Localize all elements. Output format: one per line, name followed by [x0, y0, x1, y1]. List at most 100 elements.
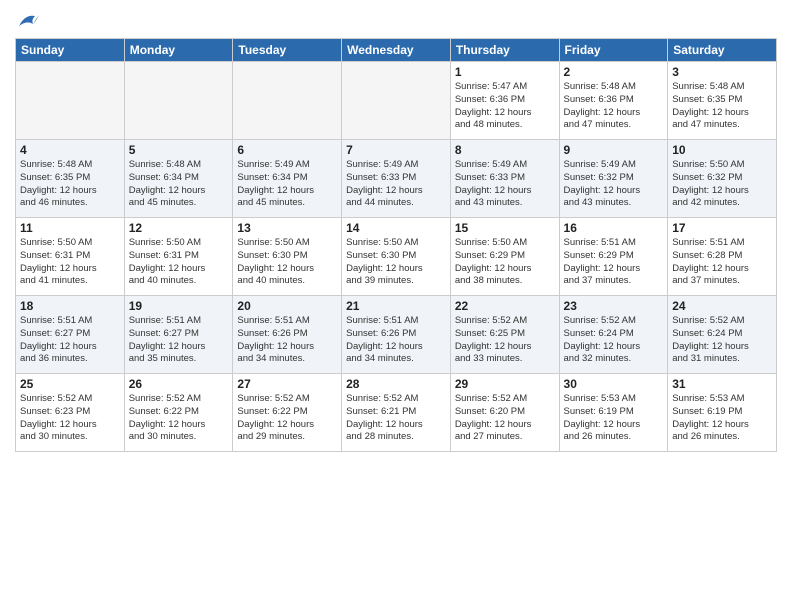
empty-cell	[16, 62, 125, 140]
weekday-header-friday: Friday	[559, 39, 668, 62]
day-info: Sunrise: 5:49 AM Sunset: 6:33 PM Dayligh…	[346, 159, 446, 210]
day-number: 17	[672, 221, 772, 235]
day-number: 7	[346, 143, 446, 157]
calendar-cell: 16Sunrise: 5:51 AM Sunset: 6:29 PM Dayli…	[559, 218, 668, 296]
week-row-5: 25 Sunrise: 5:52 AM Sunset: 6:23 PM Dayli…	[16, 374, 777, 452]
day-info: Sunrise: 5:50 AM Sunset: 6:31 PM Dayligh…	[129, 237, 229, 288]
day-number: 13	[237, 221, 337, 235]
day-info: Sunrise: 5:52 AM Sunset: 6:23 PM Dayligh…	[20, 393, 120, 444]
day-info: Sunrise: 5:50 AM Sunset: 6:30 PM Dayligh…	[237, 237, 337, 288]
day-info: Sunrise: 5:48 AM Sunset: 6:34 PM Dayligh…	[129, 159, 229, 210]
week-row-2: 4 Sunrise: 5:48 AM Sunset: 6:35 PM Daylig…	[16, 140, 777, 218]
week-row-3: 11 Sunrise: 5:50 AM Sunset: 6:31 PM Dayli…	[16, 218, 777, 296]
day-info: Sunrise: 5:51 AM Sunset: 6:27 PM Dayligh…	[20, 315, 120, 366]
day-number: 5	[129, 143, 229, 157]
weekday-header-row: SundayMondayTuesdayWednesdayThursdayFrid…	[16, 39, 777, 62]
day-info: Sunrise: 5:48 AM Sunset: 6:35 PM Dayligh…	[20, 159, 120, 210]
page: SundayMondayTuesdayWednesdayThursdayFrid…	[0, 0, 792, 612]
calendar-cell: 29 Sunrise: 5:52 AM Sunset: 6:20 PM Dayli…	[450, 374, 559, 452]
day-number: 22	[455, 299, 555, 313]
day-number: 29	[455, 377, 555, 391]
day-number: 12	[129, 221, 229, 235]
calendar-cell: 3 Sunrise: 5:48 AM Sunset: 6:35 PM Daylig…	[668, 62, 777, 140]
empty-cell	[342, 62, 451, 140]
week-row-4: 18Sunrise: 5:51 AM Sunset: 6:27 PM Dayli…	[16, 296, 777, 374]
day-number: 11	[20, 221, 120, 235]
day-info: Sunrise: 5:52 AM Sunset: 6:20 PM Dayligh…	[455, 393, 555, 444]
day-number: 30	[564, 377, 664, 391]
day-number: 8	[455, 143, 555, 157]
day-info: Sunrise: 5:50 AM Sunset: 6:32 PM Dayligh…	[672, 159, 772, 210]
calendar-cell: 26 Sunrise: 5:52 AM Sunset: 6:22 PM Dayli…	[124, 374, 233, 452]
week-row-1: 1 Sunrise: 5:47 AM Sunset: 6:36 PM Daylig…	[16, 62, 777, 140]
day-number: 6	[237, 143, 337, 157]
day-number: 15	[455, 221, 555, 235]
calendar-cell: 12 Sunrise: 5:50 AM Sunset: 6:31 PM Dayli…	[124, 218, 233, 296]
calendar-cell: 7 Sunrise: 5:49 AM Sunset: 6:33 PM Daylig…	[342, 140, 451, 218]
day-info: Sunrise: 5:47 AM Sunset: 6:36 PM Dayligh…	[455, 81, 555, 132]
day-info: Sunrise: 5:52 AM Sunset: 6:24 PM Dayligh…	[564, 315, 664, 366]
logo-bird-icon	[17, 10, 39, 30]
day-number: 26	[129, 377, 229, 391]
weekday-header-wednesday: Wednesday	[342, 39, 451, 62]
calendar-cell: 8 Sunrise: 5:49 AM Sunset: 6:33 PM Daylig…	[450, 140, 559, 218]
day-info: Sunrise: 5:52 AM Sunset: 6:22 PM Dayligh…	[129, 393, 229, 444]
weekday-header-tuesday: Tuesday	[233, 39, 342, 62]
day-info: Sunrise: 5:51 AM Sunset: 6:29 PM Dayligh…	[564, 237, 664, 288]
weekday-header-sunday: Sunday	[16, 39, 125, 62]
calendar-cell: 19 Sunrise: 5:51 AM Sunset: 6:27 PM Dayli…	[124, 296, 233, 374]
empty-cell	[233, 62, 342, 140]
calendar-cell: 6 Sunrise: 5:49 AM Sunset: 6:34 PM Daylig…	[233, 140, 342, 218]
day-info: Sunrise: 5:49 AM Sunset: 6:32 PM Dayligh…	[564, 159, 664, 210]
calendar-cell: 23 Sunrise: 5:52 AM Sunset: 6:24 PM Dayli…	[559, 296, 668, 374]
empty-cell	[124, 62, 233, 140]
day-number: 27	[237, 377, 337, 391]
day-number: 23	[564, 299, 664, 313]
calendar: SundayMondayTuesdayWednesdayThursdayFrid…	[15, 38, 777, 452]
calendar-cell: 9 Sunrise: 5:49 AM Sunset: 6:32 PM Daylig…	[559, 140, 668, 218]
calendar-cell: 24 Sunrise: 5:52 AM Sunset: 6:24 PM Dayli…	[668, 296, 777, 374]
day-info: Sunrise: 5:50 AM Sunset: 6:31 PM Dayligh…	[20, 237, 120, 288]
day-number: 24	[672, 299, 772, 313]
calendar-cell: 28Sunrise: 5:52 AM Sunset: 6:21 PM Dayli…	[342, 374, 451, 452]
calendar-cell: 25 Sunrise: 5:52 AM Sunset: 6:23 PM Dayli…	[16, 374, 125, 452]
day-info: Sunrise: 5:49 AM Sunset: 6:34 PM Dayligh…	[237, 159, 337, 210]
calendar-cell: 30 Sunrise: 5:53 AM Sunset: 6:19 PM Dayli…	[559, 374, 668, 452]
day-info: Sunrise: 5:50 AM Sunset: 6:29 PM Dayligh…	[455, 237, 555, 288]
day-number: 9	[564, 143, 664, 157]
logo	[15, 10, 39, 30]
weekday-header-saturday: Saturday	[668, 39, 777, 62]
day-number: 19	[129, 299, 229, 313]
calendar-cell: 5 Sunrise: 5:48 AM Sunset: 6:34 PM Daylig…	[124, 140, 233, 218]
calendar-cell: 14Sunrise: 5:50 AM Sunset: 6:30 PM Dayli…	[342, 218, 451, 296]
day-info: Sunrise: 5:53 AM Sunset: 6:19 PM Dayligh…	[564, 393, 664, 444]
day-info: Sunrise: 5:48 AM Sunset: 6:36 PM Dayligh…	[564, 81, 664, 132]
calendar-cell: 18Sunrise: 5:51 AM Sunset: 6:27 PM Dayli…	[16, 296, 125, 374]
day-number: 25	[20, 377, 120, 391]
day-info: Sunrise: 5:52 AM Sunset: 6:24 PM Dayligh…	[672, 315, 772, 366]
day-info: Sunrise: 5:51 AM Sunset: 6:26 PM Dayligh…	[346, 315, 446, 366]
weekday-header-monday: Monday	[124, 39, 233, 62]
day-number: 1	[455, 65, 555, 79]
day-number: 14	[346, 221, 446, 235]
day-info: Sunrise: 5:52 AM Sunset: 6:25 PM Dayligh…	[455, 315, 555, 366]
calendar-cell: 27 Sunrise: 5:52 AM Sunset: 6:22 PM Dayli…	[233, 374, 342, 452]
day-info: Sunrise: 5:49 AM Sunset: 6:33 PM Dayligh…	[455, 159, 555, 210]
day-number: 21	[346, 299, 446, 313]
calendar-cell: 2Sunrise: 5:48 AM Sunset: 6:36 PM Daylig…	[559, 62, 668, 140]
day-info: Sunrise: 5:52 AM Sunset: 6:22 PM Dayligh…	[237, 393, 337, 444]
calendar-cell: 13 Sunrise: 5:50 AM Sunset: 6:30 PM Dayli…	[233, 218, 342, 296]
calendar-cell: 31 Sunrise: 5:53 AM Sunset: 6:19 PM Dayli…	[668, 374, 777, 452]
day-number: 4	[20, 143, 120, 157]
calendar-cell: 22 Sunrise: 5:52 AM Sunset: 6:25 PM Dayli…	[450, 296, 559, 374]
day-info: Sunrise: 5:51 AM Sunset: 6:27 PM Dayligh…	[129, 315, 229, 366]
day-number: 31	[672, 377, 772, 391]
calendar-cell: 1 Sunrise: 5:47 AM Sunset: 6:36 PM Daylig…	[450, 62, 559, 140]
day-info: Sunrise: 5:53 AM Sunset: 6:19 PM Dayligh…	[672, 393, 772, 444]
day-number: 3	[672, 65, 772, 79]
weekday-header-thursday: Thursday	[450, 39, 559, 62]
day-info: Sunrise: 5:48 AM Sunset: 6:35 PM Dayligh…	[672, 81, 772, 132]
calendar-cell: 20Sunrise: 5:51 AM Sunset: 6:26 PM Dayli…	[233, 296, 342, 374]
day-number: 20	[237, 299, 337, 313]
calendar-cell: 4 Sunrise: 5:48 AM Sunset: 6:35 PM Daylig…	[16, 140, 125, 218]
